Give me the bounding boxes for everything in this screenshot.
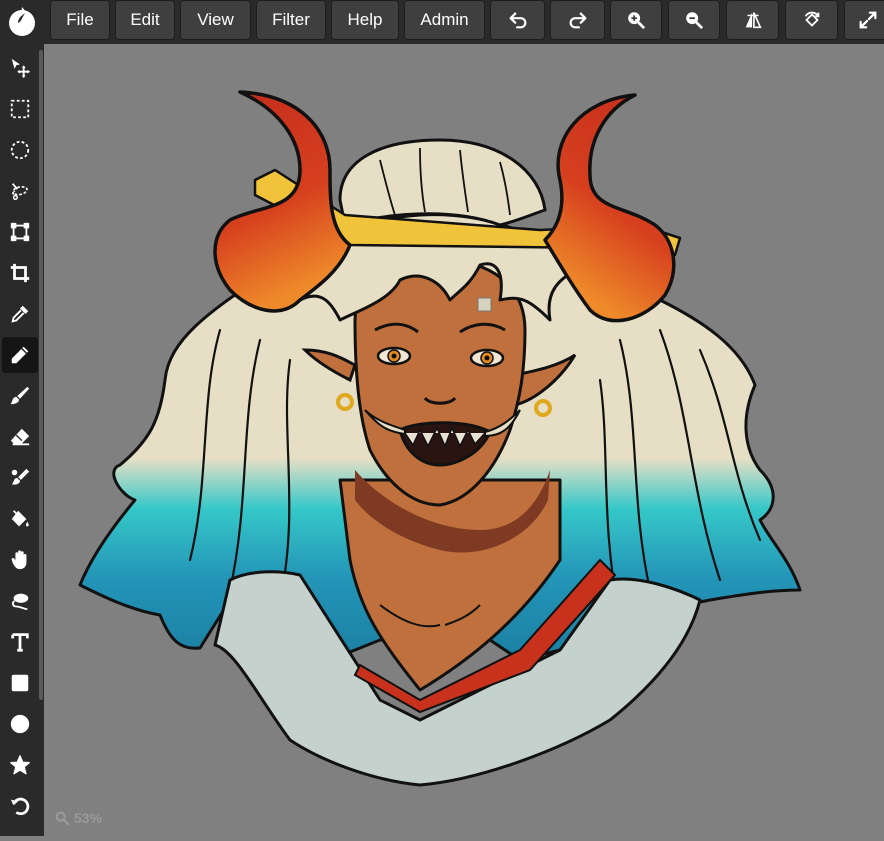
zoom-in-icon (628, 12, 645, 29)
selection-handle[interactable] (477, 297, 492, 312)
history-tool[interactable] (2, 788, 38, 824)
menu-file[interactable]: File (50, 0, 110, 40)
crop-tool[interactable] (2, 255, 38, 291)
rotate-button[interactable] (785, 0, 838, 40)
paint-bucket-icon (11, 510, 29, 527)
ink-drop-icon (9, 7, 35, 36)
smudge-tool[interactable] (2, 460, 38, 496)
zoom-indicator: 53% (54, 810, 102, 826)
menu-filter-label: Filter (272, 10, 310, 29)
zoom-magnifier-icon (55, 811, 70, 826)
zoom-level: 53% (74, 810, 103, 826)
redo-button[interactable] (550, 0, 605, 40)
app-logo[interactable] (0, 0, 44, 44)
flip-button[interactable] (726, 0, 779, 40)
menu-admin[interactable]: Admin (404, 0, 485, 40)
zoom-out-button[interactable] (668, 0, 720, 40)
star-icon (10, 755, 30, 775)
rect-select-tool[interactable] (2, 91, 38, 127)
star-tool[interactable] (2, 747, 38, 783)
menu-filter[interactable]: Filter (256, 0, 326, 40)
top-toolbar: File Edit View Filter Help Admin (0, 0, 884, 44)
menu-help[interactable]: Help (331, 0, 399, 40)
brush-tool[interactable] (2, 378, 38, 414)
undo-button[interactable] (490, 0, 545, 40)
ellipse-select-tool[interactable] (2, 132, 38, 168)
lasso-icon (11, 183, 28, 200)
paint-bucket-tool[interactable] (2, 501, 38, 537)
smudge-icon (11, 468, 30, 485)
pencil-tool[interactable] (2, 337, 38, 373)
menu-help-label: Help (347, 10, 383, 29)
crop-icon (10, 263, 30, 283)
rect-select-icon (10, 99, 30, 119)
menu-admin-label: Admin (420, 10, 469, 29)
sidebar-scrollbar[interactable] (39, 50, 43, 700)
rotate-icon (804, 11, 819, 27)
hand-tool[interactable] (2, 542, 38, 578)
circle-tool[interactable] (2, 706, 38, 742)
text-icon (11, 633, 29, 652)
lasso-fill-icon (11, 593, 29, 611)
rectangle-tool[interactable] (2, 665, 38, 701)
tool-sidebar (0, 44, 44, 836)
rectangle-icon (11, 674, 29, 692)
character-illustration[interactable] (44, 44, 884, 836)
transform-icon (10, 222, 30, 242)
eraser-tool[interactable] (2, 419, 38, 455)
transform-tool[interactable] (2, 214, 38, 250)
fullscreen-button[interactable] (844, 0, 884, 40)
menu-view[interactable]: View (180, 0, 251, 40)
drawing-canvas[interactable] (44, 44, 884, 836)
flip-icon (745, 12, 762, 29)
undo-icon (509, 12, 526, 29)
circle-icon (10, 714, 30, 734)
redo-icon (569, 12, 586, 29)
fullscreen-icon (859, 11, 877, 29)
menu-file-label: File (66, 10, 94, 29)
lasso-tool[interactable] (2, 173, 38, 209)
zoom-in-button[interactable] (610, 0, 662, 40)
eyedropper-tool[interactable] (2, 296, 38, 332)
pencil-icon (11, 346, 29, 364)
menu-view-label: View (197, 10, 234, 29)
move-tool[interactable] (2, 50, 38, 86)
eraser-icon (10, 428, 30, 446)
hair-bun (338, 138, 547, 227)
zoom-out-icon (686, 12, 703, 29)
move-icon (11, 58, 31, 79)
lasso-fill-tool[interactable] (2, 583, 38, 619)
text-tool[interactable] (2, 624, 38, 660)
menu-edit[interactable]: Edit (115, 0, 175, 40)
menu-edit-label: Edit (130, 10, 160, 29)
hand-icon (11, 550, 27, 570)
eyedropper-icon (11, 305, 29, 323)
ellipse-select-icon (10, 140, 30, 160)
history-icon (10, 797, 30, 816)
brush-icon (10, 386, 30, 405)
